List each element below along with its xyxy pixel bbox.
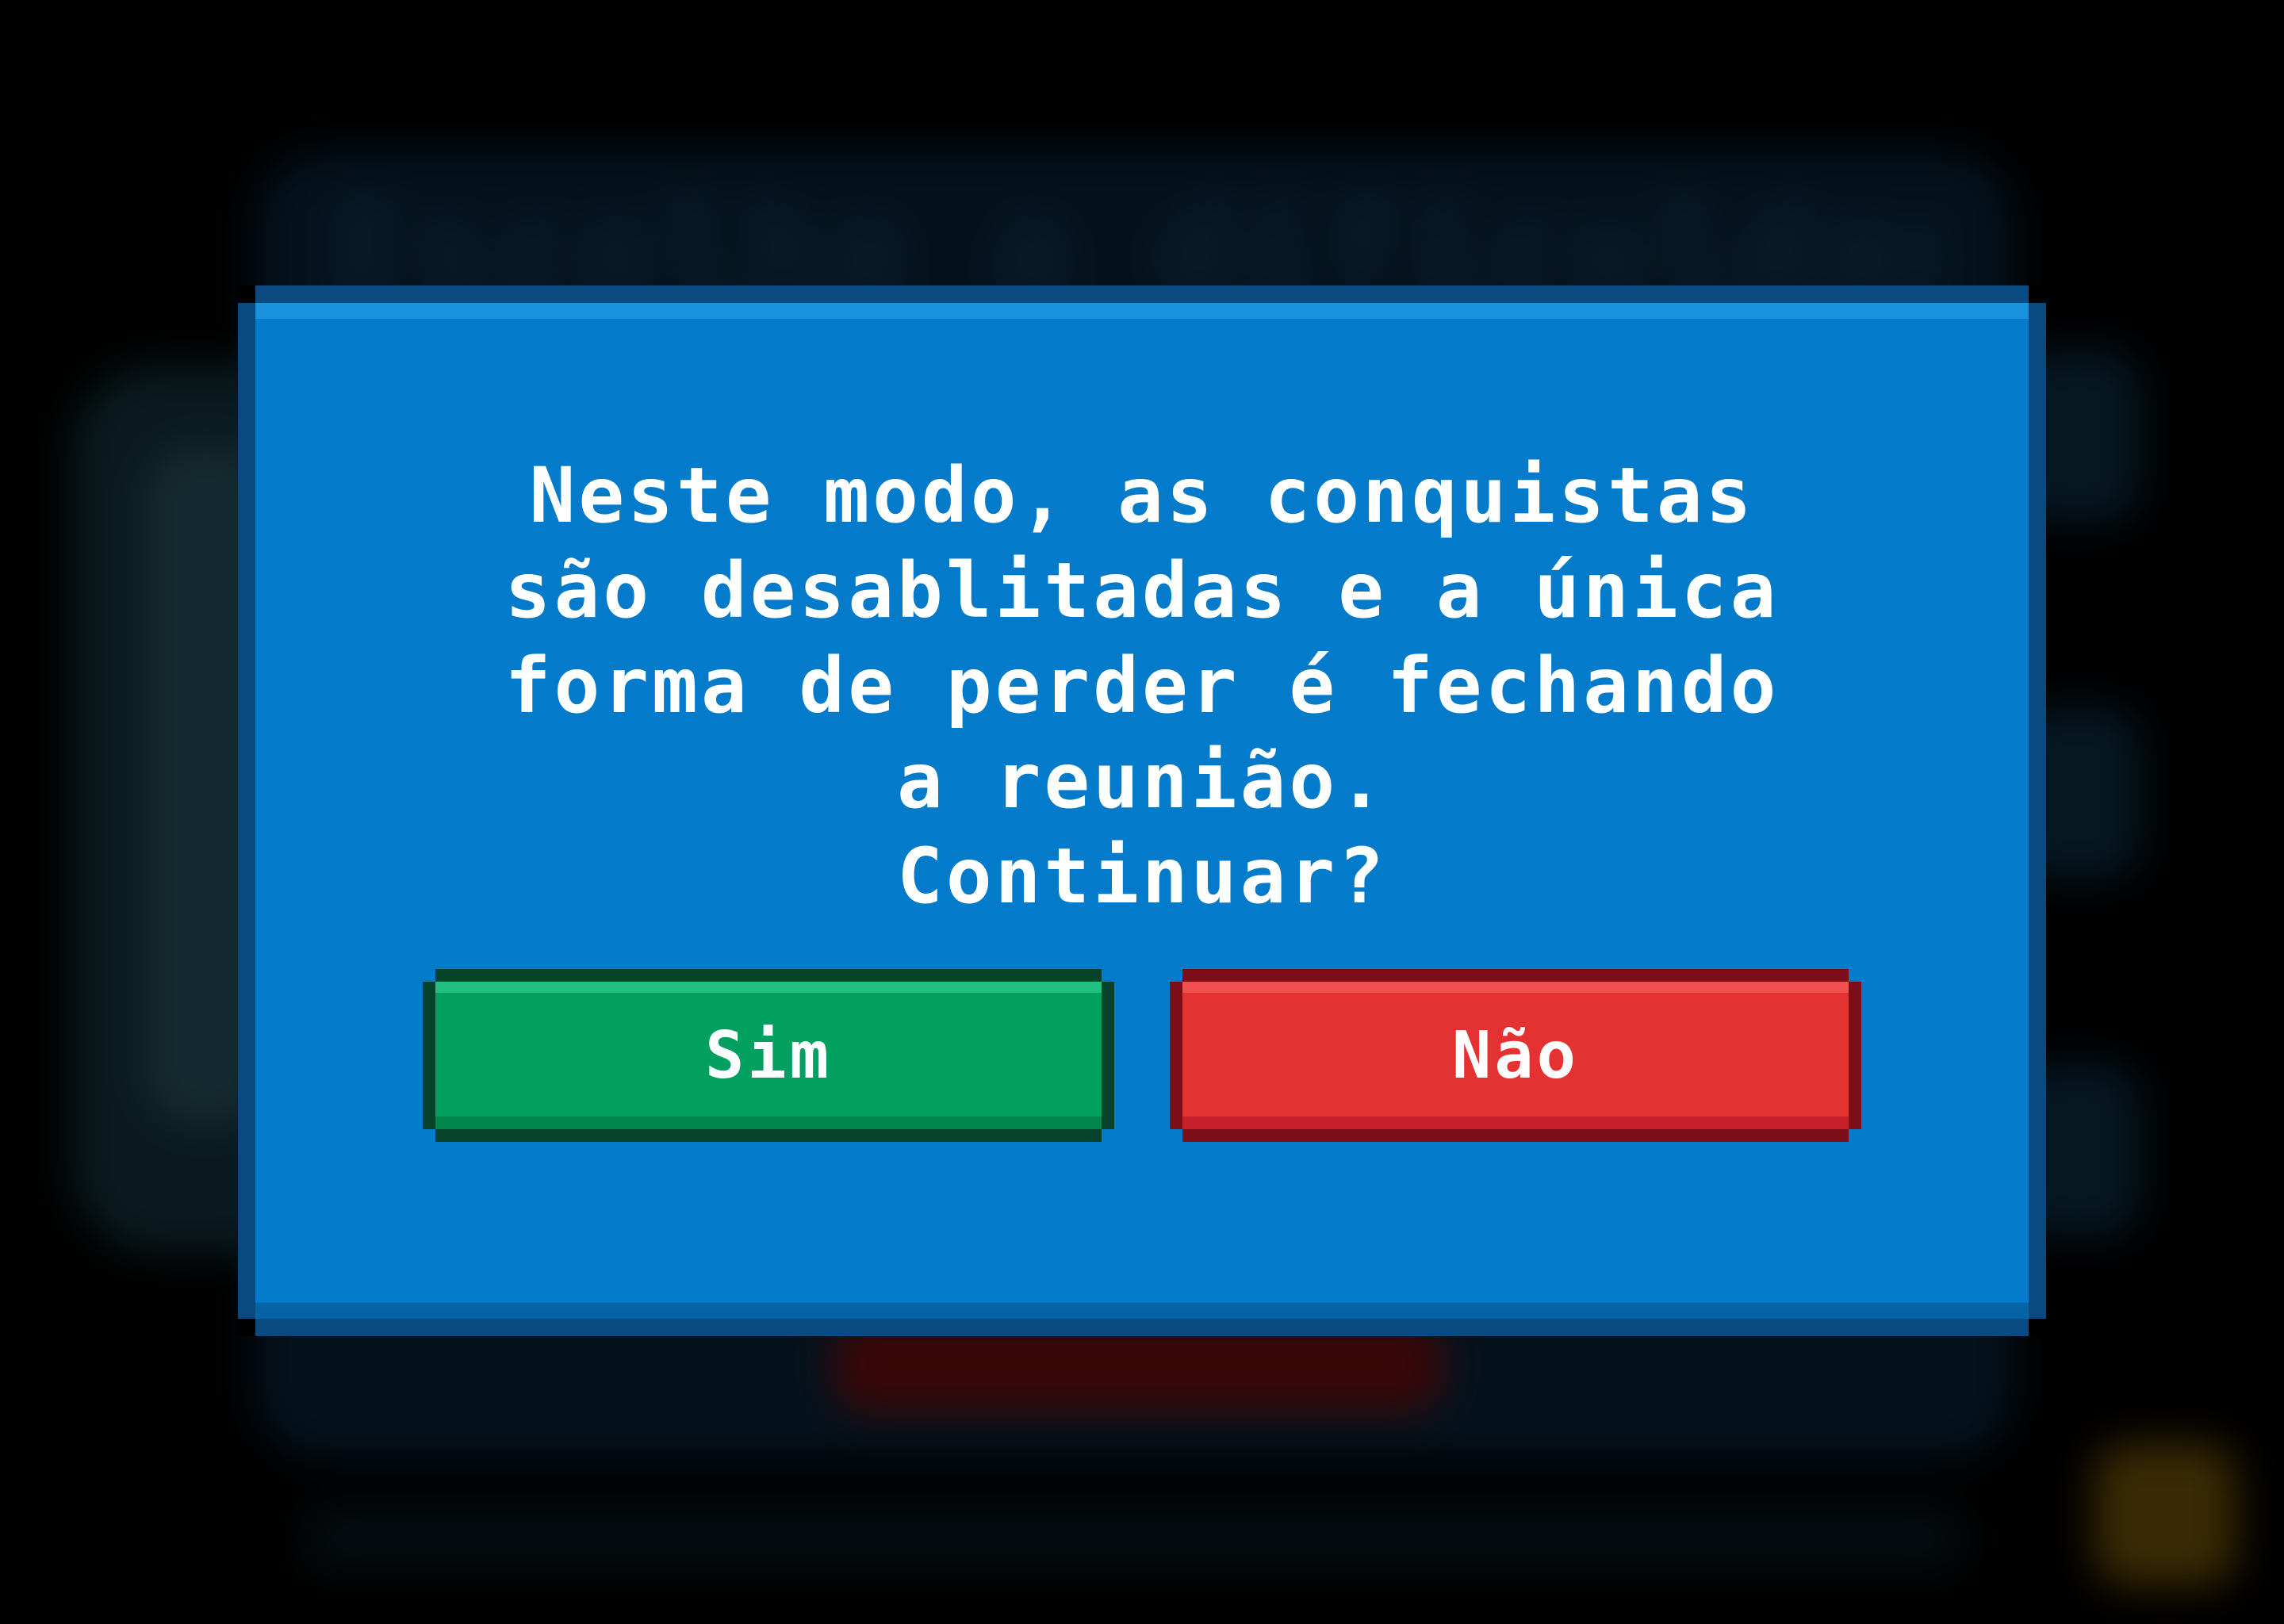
dialog-bottom-shade: [255, 1303, 2029, 1319]
confirmation-dialog: Neste modo, as conquistas são desablitad…: [238, 285, 2046, 1336]
confirm-button[interactable]: Sim: [423, 969, 1114, 1142]
confirm-button-label: Sim: [704, 1017, 833, 1094]
game-screen: Escolha a dificuldade Neste modo, as con…: [0, 0, 2284, 1624]
background-footer: [301, 1507, 1967, 1570]
background-coin-icon: [2094, 1443, 2236, 1586]
cancel-button[interactable]: Não: [1170, 969, 1861, 1142]
dialog-message: Neste modo, as conquistas são desablitad…: [504, 451, 1780, 921]
cancel-button-label: Não: [1451, 1017, 1580, 1094]
dialog-corner: [238, 1319, 255, 1336]
dialog-corner: [2029, 285, 2046, 303]
dialog-corner: [238, 285, 255, 303]
dialog-corner: [2029, 1319, 2046, 1336]
